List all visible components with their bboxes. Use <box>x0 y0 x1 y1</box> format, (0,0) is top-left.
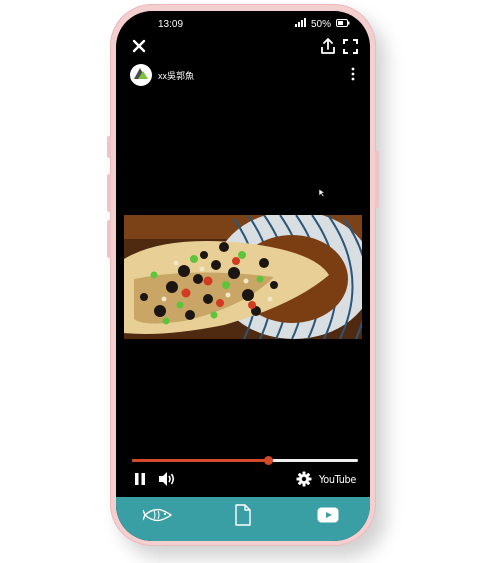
channel-row[interactable]: xx吳郭魚 <box>130 63 356 87</box>
video-progress-handle[interactable] <box>263 456 273 465</box>
battery-icon <box>336 18 350 30</box>
video-progress-bar[interactable] <box>132 456 358 465</box>
player-bottom-controls: YouTube <box>116 469 370 491</box>
video-thumbnail[interactable] <box>124 215 362 339</box>
nav-item-youtube[interactable] <box>303 502 353 532</box>
phone-side-button <box>107 220 111 258</box>
status-time: 13:09 <box>158 19 184 30</box>
document-icon <box>234 503 252 531</box>
battery-percent: 50% <box>310 18 331 30</box>
status-indicators: 50% <box>294 18 350 30</box>
phone-screen: 13:09 50% xx吳郭魚 YouTube <box>116 11 370 541</box>
fullscreen-icon[interactable] <box>343 39 358 59</box>
video-progress-fill <box>132 459 268 462</box>
volume-icon[interactable] <box>158 471 176 492</box>
close-icon[interactable] <box>132 39 146 58</box>
channel-avatar[interactable] <box>130 64 152 86</box>
nav-item-document[interactable] <box>218 502 268 532</box>
steamed-fish-thumbnail <box>124 215 362 339</box>
settings-gear-icon[interactable] <box>296 471 312 492</box>
phone-side-button <box>107 136 111 158</box>
share-icon[interactable] <box>320 37 336 60</box>
channel-logo-icon <box>133 66 149 85</box>
nav-item-fish[interactable] <box>133 502 183 532</box>
youtube-brand-label[interactable]: YouTube <box>319 473 356 486</box>
pause-icon[interactable] <box>134 472 146 491</box>
bottom-nav <box>116 497 370 541</box>
mouse-pointer-icon <box>318 185 326 203</box>
phone-side-button <box>107 174 111 212</box>
status-bar: 13:09 50% <box>116 17 370 33</box>
channel-name[interactable]: xx吳郭魚 <box>158 69 194 82</box>
fish-icon <box>142 507 173 528</box>
more-vertical-icon[interactable] <box>350 67 356 86</box>
signal-icon <box>294 18 306 30</box>
player-top-controls <box>116 35 370 59</box>
phone-side-button <box>375 150 379 208</box>
youtube-play-icon <box>317 507 339 528</box>
